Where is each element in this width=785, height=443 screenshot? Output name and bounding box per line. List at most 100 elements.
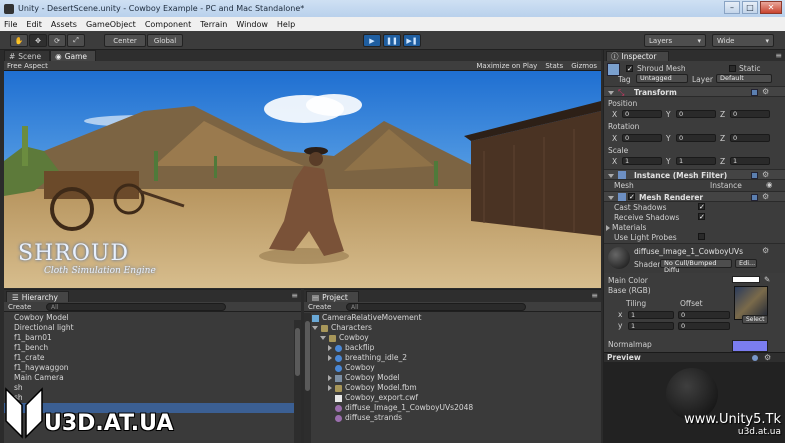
panel-menu-icon[interactable]: ≡ xyxy=(775,51,782,60)
scale-y-field[interactable]: 1 xyxy=(676,157,716,165)
maximize-button[interactable]: □ xyxy=(742,1,758,14)
list-item[interactable]: f1_haywaggon xyxy=(4,363,301,373)
preview-sphere-icon[interactable] xyxy=(752,355,758,361)
list-item[interactable]: Cowboy_export.cwf xyxy=(312,393,601,403)
maximize-on-play-toggle[interactable]: Maximize on Play xyxy=(476,62,537,70)
tab-hierarchy[interactable]: ☰ Hierarchy xyxy=(6,291,69,302)
preview-header[interactable]: Preview ⚙ xyxy=(604,352,785,362)
expand-arrow-icon[interactable] xyxy=(606,225,610,231)
cast-shadows-checkbox[interactable]: ✓ xyxy=(698,203,705,211)
collapse-arrow-icon[interactable] xyxy=(328,375,332,381)
tab-scene[interactable]: # Scene xyxy=(4,50,51,61)
stats-toggle[interactable]: Stats xyxy=(545,62,563,70)
collapse-arrow-icon[interactable] xyxy=(608,174,614,178)
step-button[interactable]: ▶❚ xyxy=(403,34,421,47)
menu-gameobject[interactable]: GameObject xyxy=(86,20,136,29)
list-item[interactable]: Main Camera xyxy=(4,373,301,383)
transform-header[interactable]: ⤡ Transform ⚙ xyxy=(604,86,785,97)
list-item[interactable]: Cowboy Model xyxy=(4,313,301,323)
list-item[interactable]: Cowboy Model.fbm xyxy=(312,383,601,393)
scale-x-field[interactable]: 1 xyxy=(622,157,662,165)
tiling-x-field[interactable]: 1 xyxy=(628,311,674,319)
list-item[interactable]: diffuse_strands xyxy=(312,413,601,423)
panel-menu-icon[interactable]: ≡ xyxy=(591,291,598,300)
list-item[interactable]: f1_crate xyxy=(4,353,301,363)
texture-select-button[interactable]: Select xyxy=(742,315,768,324)
position-y-field[interactable]: 0 xyxy=(676,110,716,118)
project-scrollbar[interactable] xyxy=(304,313,311,443)
help-book-icon[interactable] xyxy=(751,89,758,96)
layer-dropdown[interactable]: Default xyxy=(716,74,772,83)
position-x-field[interactable]: 0 xyxy=(622,110,662,118)
list-item[interactable]: f1_bench xyxy=(4,343,301,353)
minimize-button[interactable]: – xyxy=(724,1,740,14)
pivot-center-toggle[interactable]: Center xyxy=(104,34,146,47)
scrollbar-thumb[interactable] xyxy=(305,321,310,391)
hierarchy-search-input[interactable]: All xyxy=(46,303,226,311)
object-name-field[interactable]: Shroud Mesh xyxy=(637,64,686,73)
tag-dropdown[interactable]: Untagged xyxy=(636,74,688,83)
list-item[interactable]: CameraRelativeMovement xyxy=(312,313,601,323)
mesh-filter-header[interactable]: Instance (Mesh Filter) ⚙ xyxy=(604,169,785,180)
offset-x-field[interactable]: 0 xyxy=(678,311,730,319)
list-item[interactable]: diffuse_Image_1_CowboyUVs2048 xyxy=(312,403,601,413)
offset-y-field[interactable]: 0 xyxy=(678,322,730,330)
tiling-y-field[interactable]: 1 xyxy=(628,322,674,330)
use-light-probes-checkbox[interactable] xyxy=(698,233,705,240)
list-item[interactable]: Cowboy xyxy=(312,363,601,373)
hand-tool-button[interactable]: ✋ xyxy=(10,34,28,47)
gear-icon[interactable]: ⚙ xyxy=(762,246,769,255)
list-item[interactable]: backflip xyxy=(312,343,601,353)
list-item[interactable]: Cowboy Model xyxy=(312,373,601,383)
collapse-arrow-icon[interactable] xyxy=(328,355,332,361)
gear-icon[interactable]: ⚙ xyxy=(764,353,771,362)
mesh-value[interactable]: Instance xyxy=(710,181,742,190)
aspect-dropdown[interactable]: Free Aspect xyxy=(7,62,48,70)
list-item[interactable]: f1_barn01 xyxy=(4,333,301,343)
mesh-renderer-enabled-checkbox[interactable]: ✓ xyxy=(628,193,635,201)
tab-game[interactable]: ◉ Game xyxy=(50,50,97,61)
collapse-arrow-icon[interactable] xyxy=(608,91,614,95)
receive-shadows-checkbox[interactable]: ✓ xyxy=(698,213,705,221)
active-checkbox[interactable]: ✓ xyxy=(626,65,633,73)
list-item[interactable]: Characters xyxy=(312,323,601,333)
list-item[interactable]: Directional light xyxy=(4,323,301,333)
expand-arrow-icon[interactable] xyxy=(312,326,318,330)
object-picker-icon[interactable]: ◉ xyxy=(766,180,773,189)
menu-file[interactable]: File xyxy=(4,20,17,29)
menu-help[interactable]: Help xyxy=(277,20,295,29)
scrollbar-thumb[interactable] xyxy=(295,328,300,376)
gear-icon[interactable]: ⚙ xyxy=(762,192,769,201)
menu-window[interactable]: Window xyxy=(236,20,268,29)
help-book-icon[interactable] xyxy=(751,172,758,179)
gear-icon[interactable]: ⚙ xyxy=(762,170,769,179)
menu-component[interactable]: Component xyxy=(145,20,191,29)
normalmap-thumbnail[interactable] xyxy=(732,340,768,352)
list-item[interactable]: breathing_idle_2 xyxy=(312,353,601,363)
pause-button[interactable]: ❚❚ xyxy=(383,34,401,47)
scale-tool-button[interactable]: ⤢ xyxy=(67,34,85,47)
position-z-field[interactable]: 0 xyxy=(730,110,770,118)
hierarchy-scrollbar[interactable] xyxy=(294,320,301,443)
tab-project[interactable]: ▤ Project xyxy=(306,291,359,302)
mesh-renderer-header[interactable]: ✓ Mesh Renderer ⚙ xyxy=(604,191,785,202)
play-button[interactable]: ▶ xyxy=(363,34,381,47)
scale-z-field[interactable]: 1 xyxy=(730,157,770,165)
tab-inspector[interactable]: ⓘ Inspector xyxy=(606,51,670,61)
layers-dropdown[interactable]: Layers ▾ xyxy=(644,34,706,47)
shader-dropdown[interactable]: No Cull/Bumped Diffu xyxy=(660,259,732,274)
rotation-y-field[interactable]: 0 xyxy=(676,134,716,142)
close-button[interactable]: ✕ xyxy=(760,1,782,14)
hierarchy-create-button[interactable]: Create xyxy=(8,303,31,311)
expand-arrow-icon[interactable] xyxy=(320,336,326,340)
main-color-swatch[interactable] xyxy=(732,276,760,283)
rotation-z-field[interactable]: 0 xyxy=(730,134,770,142)
layout-dropdown[interactable]: Wide ▾ xyxy=(712,34,774,47)
panel-menu-icon[interactable]: ≡ xyxy=(291,291,298,300)
move-tool-button[interactable]: ✥ xyxy=(29,34,47,47)
game-viewport[interactable]: SHROUD Cloth Simulation Engine xyxy=(4,71,601,288)
project-search-input[interactable]: All xyxy=(346,303,526,311)
menu-terrain[interactable]: Terrain xyxy=(200,20,227,29)
gizmos-dropdown[interactable]: Gizmos xyxy=(571,62,597,70)
rotate-tool-button[interactable]: ⟳ xyxy=(48,34,66,47)
